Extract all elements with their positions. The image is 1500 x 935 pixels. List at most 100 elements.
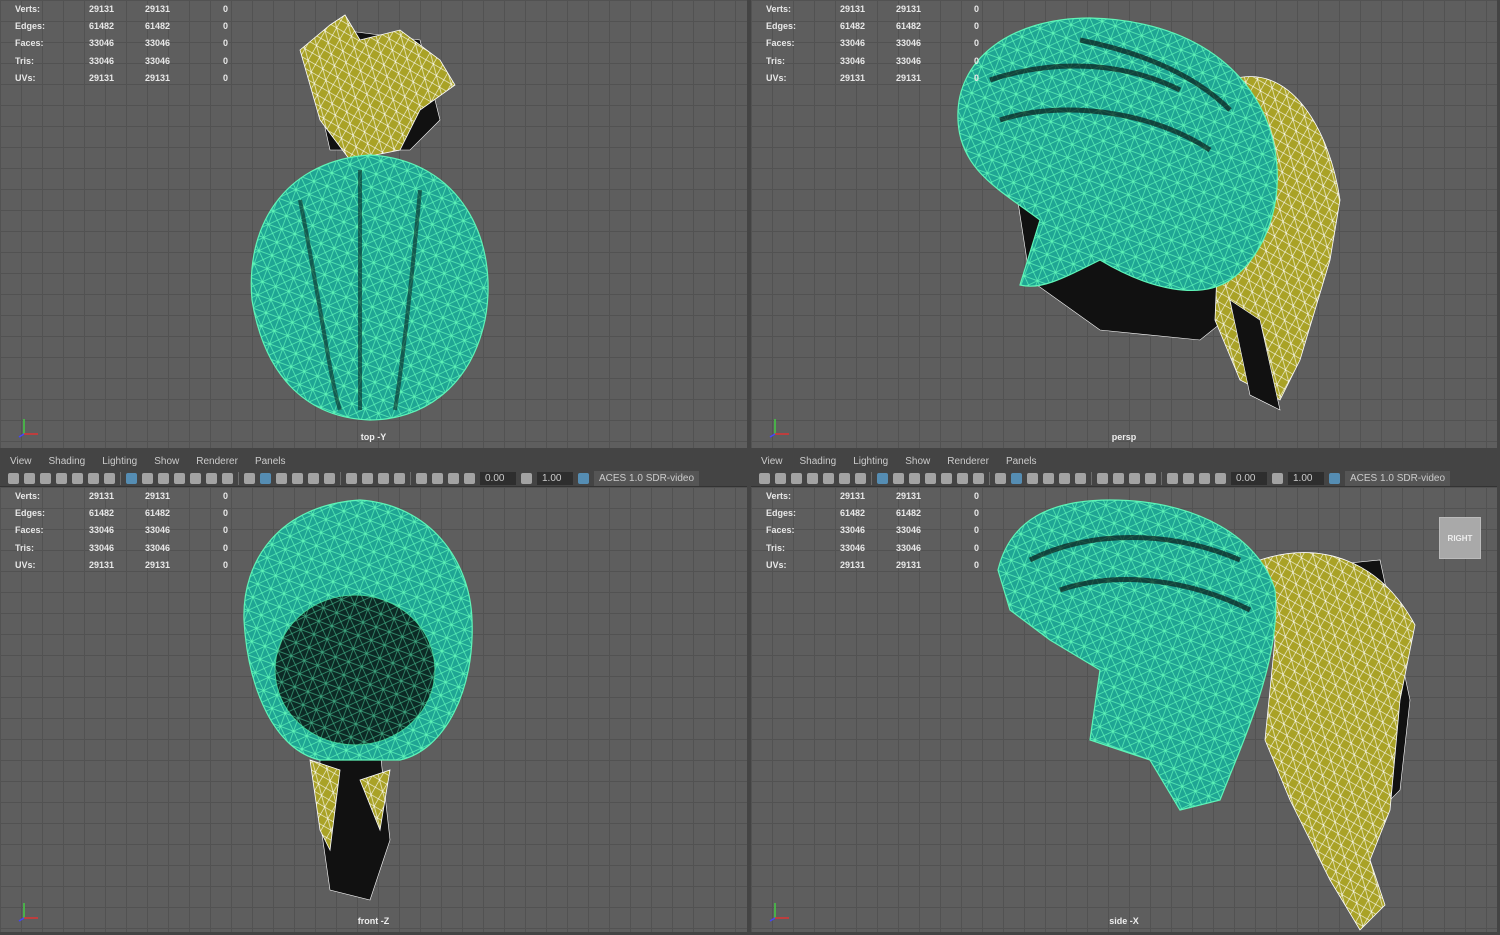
toolbar-button-icon[interactable] <box>104 472 115 484</box>
menu-view[interactable]: View <box>10 456 32 467</box>
toolbar-separator <box>1161 471 1162 485</box>
toolbar-button-icon[interactable] <box>807 472 818 484</box>
camera-name-label: top -Y <box>360 432 387 442</box>
stats-row: Edges: 61482 61482 0 <box>766 504 979 521</box>
menu-lighting[interactable]: Lighting <box>853 456 888 467</box>
toolbar-button-icon[interactable] <box>1199 472 1210 484</box>
menu-shading[interactable]: Shading <box>49 456 86 467</box>
viewport-grid[interactable]: Verts: 29131 29131 0 Edges: 61482 61482 0 Faces:… <box>751 0 1497 448</box>
menu-shading[interactable]: Shading <box>800 456 837 467</box>
toolbar-button-icon[interactable] <box>260 472 271 484</box>
exposure-field[interactable]: 0.00 <box>480 471 516 485</box>
toolbar-button-icon[interactable] <box>973 472 984 484</box>
toolbar-button-icon[interactable] <box>775 472 786 484</box>
menu-show[interactable]: Show <box>154 456 179 467</box>
color-space-selector[interactable]: ACES 1.0 SDR-video <box>594 470 700 486</box>
toolbar-button-icon[interactable] <box>126 472 137 484</box>
toolbar-button-icon[interactable] <box>362 472 373 484</box>
panel-menubar: View Shading Lighting Show Renderer Panels <box>0 453 747 470</box>
toolbar-button-icon[interactable] <box>158 472 169 484</box>
toolbar-button-icon[interactable] <box>909 472 920 484</box>
toolbar-button-icon[interactable] <box>142 472 153 484</box>
toolbar-button-icon[interactable] <box>8 472 19 484</box>
toolbar-button-icon[interactable] <box>759 472 770 484</box>
exposure-field[interactable]: 0.00 <box>1231 471 1267 485</box>
viewport-pane-side[interactable]: View Shading Lighting Show Renderer Panels 0.0… <box>751 453 1497 932</box>
toolbar-button-icon[interactable] <box>941 472 952 484</box>
stats-value: 29131 <box>145 490 171 501</box>
stats-value: 29131 <box>896 490 922 501</box>
toolbar-button-icon[interactable] <box>1027 472 1038 484</box>
toolbar-button-icon[interactable] <box>346 472 357 484</box>
stats-value: 29131 <box>89 490 115 501</box>
toolbar-button-icon[interactable] <box>855 472 866 484</box>
stats-value: 29131 <box>896 559 922 570</box>
menu-panels[interactable]: Panels <box>1006 456 1037 467</box>
toolbar-button-icon[interactable] <box>324 472 335 484</box>
toolbar-button-icon[interactable] <box>823 472 834 484</box>
color-management-toggle-icon[interactable] <box>1329 472 1340 484</box>
menu-lighting[interactable]: Lighting <box>102 456 137 467</box>
viewport-grid[interactable]: Verts: 29131 29131 0 Edges: 61482 61482 0 Faces:… <box>0 0 747 448</box>
stats-value: 0 <box>223 55 229 66</box>
gamma-field[interactable]: 1.00 <box>537 471 573 485</box>
toolbar-button-icon[interactable] <box>448 472 459 484</box>
toolbar-button-icon[interactable] <box>1043 472 1054 484</box>
stats-value: 33046 <box>89 525 115 536</box>
toolbar-button-icon[interactable] <box>791 472 802 484</box>
toolbar-button-icon[interactable] <box>276 472 287 484</box>
menu-show[interactable]: Show <box>905 456 930 467</box>
viewport-pane-persp[interactable]: Verts: 29131 29131 0 Edges: 61482 61482 0 Faces:… <box>751 0 1497 448</box>
viewport-grid[interactable]: Verts: 29131 29131 0 Edges: 61482 61482 0 Faces:… <box>751 487 1497 932</box>
toolbar-button-icon[interactable] <box>416 472 427 484</box>
stats-value: 29131 <box>89 72 115 83</box>
toolbar-button-icon[interactable] <box>88 472 99 484</box>
toolbar-button-icon[interactable] <box>1145 472 1156 484</box>
color-management-toggle-icon[interactable] <box>578 472 589 484</box>
toolbar-button-icon[interactable] <box>1059 472 1070 484</box>
toolbar-button-icon[interactable] <box>378 472 389 484</box>
toolbar-button-icon[interactable] <box>432 472 443 484</box>
stats-label: Tris: <box>766 542 786 553</box>
color-space-selector[interactable]: ACES 1.0 SDR-video <box>1345 470 1451 486</box>
toolbar-button-icon[interactable] <box>1183 472 1194 484</box>
toolbar-button-icon[interactable] <box>308 472 319 484</box>
toolbar-button-icon[interactable] <box>839 472 850 484</box>
viewport-pane-front[interactable]: View Shading Lighting Show Renderer Panels 0.0… <box>0 453 747 932</box>
viewport-grid[interactable]: Verts: 29131 29131 0 Edges: 61482 61482 0 Faces:… <box>0 487 747 932</box>
gamma-field[interactable]: 1.00 <box>1288 471 1324 485</box>
stats-value: 0 <box>223 38 229 49</box>
stats-value: 0 <box>974 55 980 66</box>
toolbar-button-icon[interactable] <box>292 472 303 484</box>
toolbar-button-icon[interactable] <box>957 472 968 484</box>
toolbar-button-icon[interactable] <box>1167 472 1178 484</box>
toolbar-button-icon[interactable] <box>1011 472 1022 484</box>
toolbar-button-icon[interactable] <box>190 472 201 484</box>
menu-renderer[interactable]: Renderer <box>196 456 238 467</box>
toolbar-button-icon[interactable] <box>206 472 217 484</box>
view-cube[interactable]: RIGHT <box>1439 517 1481 559</box>
toolbar-button-icon[interactable] <box>24 472 35 484</box>
menu-renderer[interactable]: Renderer <box>947 456 989 467</box>
stats-row: Faces: 33046 33046 0 <box>766 35 979 52</box>
gamma-icon <box>521 472 532 484</box>
menu-view[interactable]: View <box>761 456 783 467</box>
toolbar-button-icon[interactable] <box>244 472 255 484</box>
menu-panels[interactable]: Panels <box>255 456 286 467</box>
toolbar-button-icon[interactable] <box>893 472 904 484</box>
toolbar-button-icon[interactable] <box>222 472 233 484</box>
toolbar-button-icon[interactable] <box>174 472 185 484</box>
toolbar-button-icon[interactable] <box>1113 472 1124 484</box>
toolbar-button-icon[interactable] <box>1097 472 1108 484</box>
viewport-pane-top[interactable]: Verts: 29131 29131 0 Edges: 61482 61482 0 Faces:… <box>0 0 747 448</box>
toolbar-button-icon[interactable] <box>877 472 888 484</box>
toolbar-button-icon[interactable] <box>1129 472 1140 484</box>
toolbar-button-icon[interactable] <box>925 472 936 484</box>
toolbar-button-icon[interactable] <box>72 472 83 484</box>
toolbar-button-icon[interactable] <box>40 472 51 484</box>
toolbar-button-icon[interactable] <box>394 472 405 484</box>
camera-name-label: front -Z <box>357 916 390 926</box>
toolbar-button-icon[interactable] <box>995 472 1006 484</box>
toolbar-button-icon[interactable] <box>56 472 67 484</box>
toolbar-button-icon[interactable] <box>1075 472 1086 484</box>
